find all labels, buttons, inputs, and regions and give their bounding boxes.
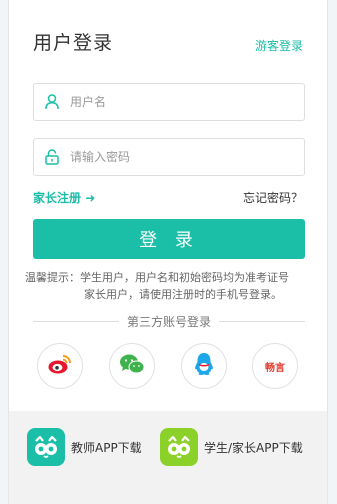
qq-login-button[interactable] [181,343,227,389]
lock-icon [44,149,60,165]
password-field[interactable] [33,138,305,176]
parent-register-label: 家长注册 [33,191,82,205]
user-icon [44,94,60,110]
divider-rule-right [219,320,306,322]
arrow-right-icon: ➜ [85,191,96,205]
page-title: 用户登录 [33,32,114,54]
teacher-app-download[interactable]: 教师APP下载 [27,428,142,466]
parent-register-link[interactable]: 家长注册 ➜ [33,189,95,206]
wechat-icon [119,353,145,379]
username-input[interactable] [68,94,292,110]
wechat-login-button[interactable] [109,343,155,389]
app-download-footer: 教师APP下载 学生/家长APP下载 [9,411,327,504]
username-field[interactable] [33,83,305,121]
yixin-login-button[interactable]: 畅言 [252,343,298,389]
login-card: 用户登录 游客登录 家长注册 ➜ [8,0,328,504]
third-party-label: 第三方账号登录 [127,314,212,329]
password-input[interactable] [68,149,292,165]
student-app-download[interactable]: 学生/家长APP下载 [160,428,303,466]
login-button[interactable]: 登 录 [33,219,305,259]
third-party-divider: 第三方账号登录 [33,313,306,329]
login-page: 用户登录 游客登录 家长注册 ➜ [0,0,337,504]
forgot-password-link[interactable]: 忘记密码？ [243,189,303,206]
weibo-login-button[interactable] [37,343,83,389]
guest-login-link[interactable]: 游客登录 [255,37,303,54]
weibo-icon [47,353,73,379]
qq-icon [193,352,215,380]
yixin-icon: 畅言 [265,362,285,374]
tip-line-1: 温馨提示：学生用户，用户名和初始密码均为准考证号 [25,271,289,284]
teacher-app-label: 教师APP下载 [71,440,142,455]
tip-line-2: 家长用户，请使用注册时的手机号登录。 [84,288,282,301]
divider-rule-left [33,320,119,322]
teacher-app-icon [27,428,65,466]
login-tip: 温馨提示：学生用户，用户名和初始密码均为准考证号 家长用户，请使用注册时的手机号… [25,269,321,303]
student-app-label: 学生/家长APP下载 [204,440,303,455]
student-app-icon [160,428,198,466]
